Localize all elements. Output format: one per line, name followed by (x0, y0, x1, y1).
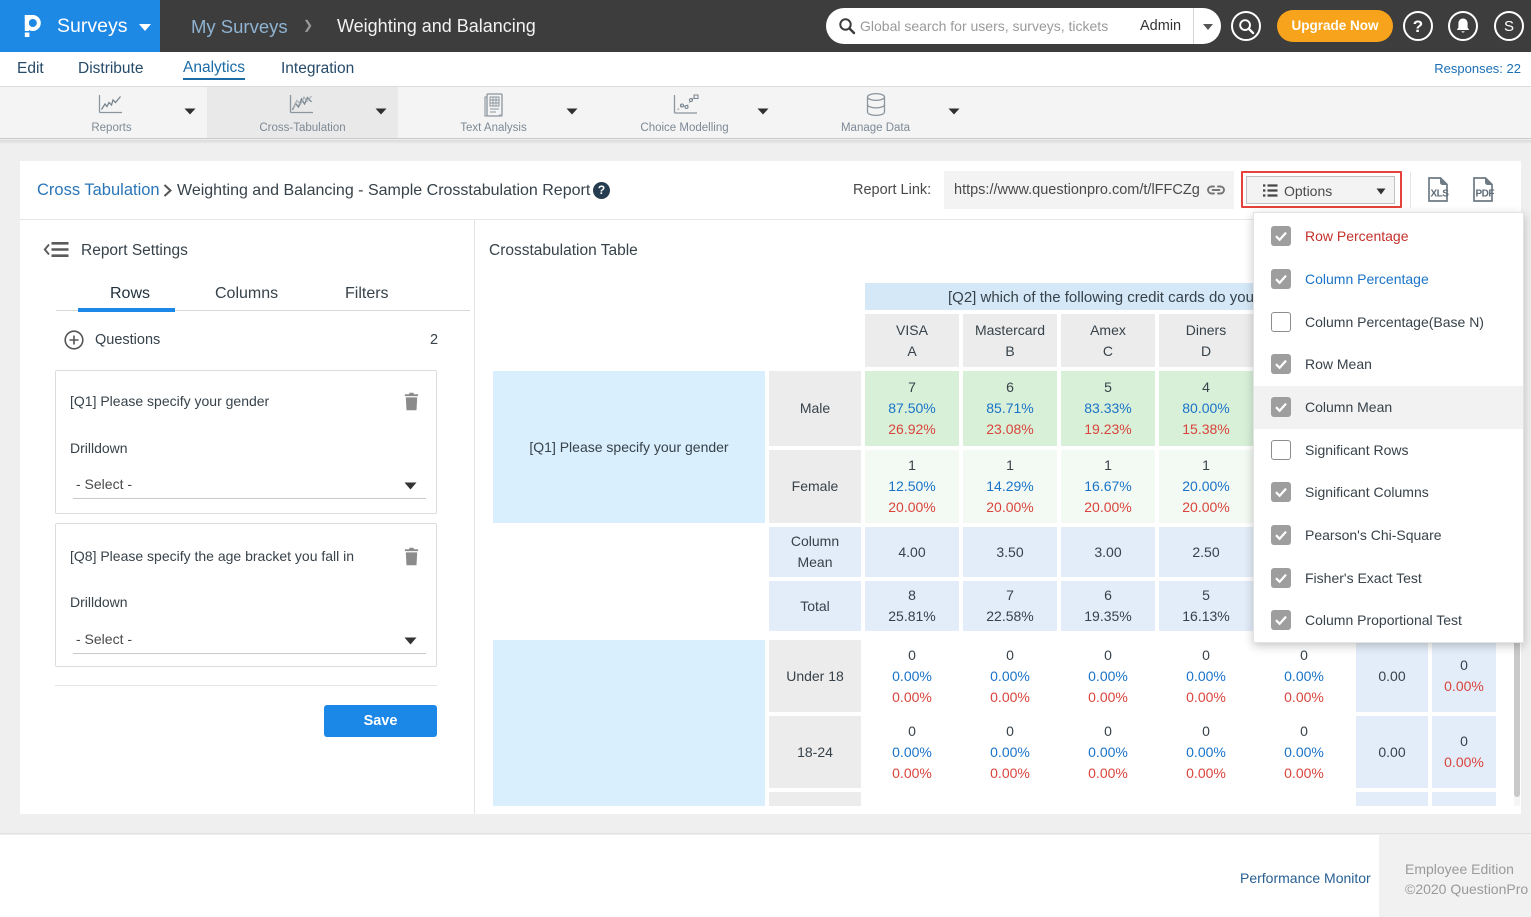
svg-text:PDF: PDF (1476, 189, 1495, 200)
svg-text:XLS: XLS (1431, 189, 1450, 200)
